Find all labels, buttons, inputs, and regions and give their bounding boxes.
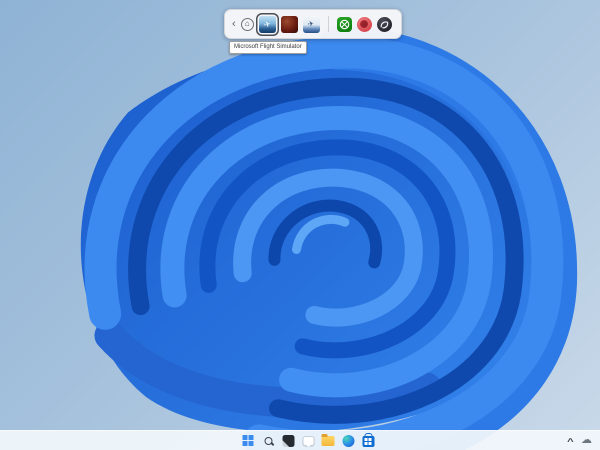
search-icon bbox=[264, 436, 272, 445]
wallpaper-bloom bbox=[80, 25, 578, 450]
windows-logo-icon bbox=[242, 435, 254, 446]
taskbar-center bbox=[242, 431, 375, 450]
edge-icon bbox=[342, 434, 354, 447]
store-button[interactable] bbox=[362, 433, 375, 447]
dark-game-service-icon[interactable] bbox=[376, 16, 392, 32]
show-hidden-icons-chevron[interactable]: ^ bbox=[567, 438, 574, 446]
app-tile-dark-red-game[interactable] bbox=[280, 15, 298, 33]
dark-app-icon bbox=[282, 434, 294, 447]
edge-button[interactable] bbox=[342, 434, 355, 447]
red-game-service-icon[interactable] bbox=[356, 16, 372, 32]
chat-icon bbox=[302, 435, 314, 447]
search-button[interactable] bbox=[262, 434, 275, 447]
chevron-left-icon[interactable]: ‹ bbox=[232, 18, 236, 30]
chat-button[interactable] bbox=[302, 434, 315, 447]
taskbar: ^ ☁ bbox=[0, 430, 600, 450]
swoosh-glyph bbox=[380, 20, 388, 28]
desktop: ‹ ⌂ ✈ ✈ Microsoft Flight Simulator ^ ☁ bbox=[0, 0, 600, 450]
start-button[interactable] bbox=[242, 434, 255, 447]
app-toolbar: ‹ ⌂ ✈ ✈ bbox=[224, 9, 402, 39]
system-tray: ^ ☁ bbox=[567, 431, 592, 450]
dark-app-button[interactable] bbox=[282, 434, 295, 447]
onedrive-cloud-icon[interactable]: ☁ bbox=[581, 435, 592, 446]
tooltip: Microsoft Flight Simulator bbox=[229, 41, 307, 54]
toolbar-divider bbox=[327, 16, 329, 32]
home-icon: ⌂ bbox=[244, 19, 250, 28]
store-icon bbox=[362, 433, 374, 447]
home-button[interactable]: ⌂ bbox=[240, 17, 254, 31]
plane-icon: ✈ bbox=[307, 20, 315, 29]
app-tile-flight-game-boxart[interactable]: ✈ bbox=[302, 15, 320, 33]
folder-icon bbox=[321, 434, 335, 446]
plane-icon: ✈ bbox=[262, 18, 272, 30]
xbox-icon[interactable] bbox=[336, 16, 352, 32]
xbox-sphere-glyph bbox=[339, 19, 349, 29]
file-explorer-button[interactable] bbox=[321, 434, 335, 447]
app-tile-microsoft-flight-simulator[interactable]: ✈ bbox=[258, 15, 276, 33]
